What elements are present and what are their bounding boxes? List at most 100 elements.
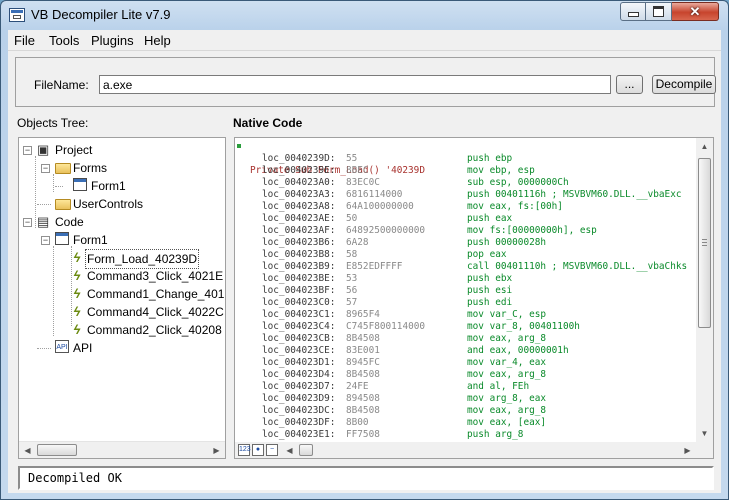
collapse-icon[interactable]: − — [23, 146, 32, 155]
tree-label: Command4_Click_4022C — [87, 305, 224, 319]
code-addr: loc_004023D9: — [262, 393, 336, 404]
menu-file[interactable]: File — [14, 33, 35, 48]
scroll-left-icon[interactable]: ◀ — [19, 442, 36, 458]
tree-label: Project — [55, 143, 93, 157]
tree-item-code[interactable]: − ▤ Code — [23, 213, 223, 231]
scroll-thumb[interactable] — [37, 444, 77, 456]
code-bytes: 6816114000 — [346, 189, 403, 200]
tree-item-project[interactable]: − ▣ Project — [23, 141, 223, 159]
scroll-thumb[interactable] — [299, 444, 313, 456]
scroll-right-icon[interactable]: ▶ — [208, 442, 225, 458]
code-addr: loc_004023B8: — [262, 249, 336, 260]
code-addr: loc_004023A3: — [262, 189, 336, 200]
code-header-line: Private Sub Form_Load() '40239D — [235, 141, 425, 176]
file-group: FileName: a.exe ... Decompile — [15, 57, 716, 107]
native-code-view[interactable]: Private Sub Form_Load() '40239D loc_0040… — [234, 137, 714, 459]
tree-item-proc[interactable]: ϟ Command2_Click_40208 — [65, 321, 225, 339]
tree-guide — [37, 348, 51, 349]
lightning-icon: ϟ — [73, 268, 81, 283]
code-bytes: 8BEC — [346, 165, 369, 176]
code-horizontal-scrollbar[interactable]: ◀ ▶ — [281, 442, 696, 458]
collapse-icon[interactable]: − — [41, 236, 50, 245]
close-icon: ✕ — [689, 3, 701, 19]
tree-label: Command1_Change_401 — [87, 287, 225, 301]
code-bytes: 64A100000000 — [346, 201, 414, 212]
tree-guide — [55, 186, 63, 187]
tree-item-proc[interactable]: ϟ Command1_Change_401 — [65, 285, 225, 303]
close-button[interactable]: ✕ — [672, 2, 719, 21]
browse-button[interactable]: ... — [616, 75, 643, 94]
code-asm: mov arg_8, eax — [467, 393, 547, 404]
menu-help[interactable]: Help — [144, 33, 171, 48]
tree-item-proc[interactable]: ϟ Form_Load_40239D — [65, 249, 225, 269]
scroll-right-icon[interactable]: ▶ — [679, 442, 696, 458]
window-title: VB Decompiler Lite v7.9 — [31, 7, 171, 22]
code-bytes: 58 — [346, 249, 358, 260]
api-icon: API — [55, 340, 69, 353]
decompile-button[interactable]: Decompile — [652, 75, 716, 94]
lightning-icon: ϟ — [73, 250, 81, 265]
grip-line — [702, 239, 707, 240]
grip-line — [702, 245, 707, 246]
tree-item-forms[interactable]: − Forms — [41, 159, 221, 177]
form-icon — [73, 178, 87, 191]
code-vertical-scrollbar[interactable]: ▲ ▼ — [696, 138, 713, 442]
lightning-icon: ϟ — [73, 322, 81, 337]
collapse-icon[interactable]: − — [23, 218, 32, 227]
code-addr: loc_0040239E: — [262, 165, 336, 176]
tree-label: Forms — [73, 161, 107, 175]
code-bytes: 56 — [346, 285, 358, 296]
tree-item-usercontrols[interactable]: UserControls — [37, 195, 221, 213]
code-asm: push esi — [467, 285, 513, 296]
scroll-left-icon[interactable]: ◀ — [281, 442, 298, 458]
code-addr: loc_004023A8: — [262, 201, 336, 212]
code-asm: mov eax, [eax] — [467, 417, 547, 428]
code-addr: loc_004023B9: — [262, 261, 336, 272]
lightning-icon: ϟ — [73, 286, 81, 301]
code-asm: mov var_C, esp — [467, 309, 547, 320]
code-bytes: 64892500000000 — [346, 225, 426, 236]
filename-input[interactable]: a.exe — [99, 75, 611, 94]
objects-tree[interactable]: − ▣ Project − Forms Form1 UserControls − — [18, 137, 226, 459]
code-asm: pop eax — [467, 249, 507, 260]
tree-item-api[interactable]: API API — [37, 339, 221, 357]
tree-item-code-form1[interactable]: − Form1 — [41, 231, 221, 249]
collapse-icon[interactable]: − — [266, 444, 278, 456]
tree-guide — [53, 246, 54, 336]
code-addr: loc_004023A0: — [262, 177, 336, 188]
scroll-thumb[interactable] — [698, 158, 711, 328]
code-asm: call 00401110h ; MSVBVM60.DLL.__vbaChks — [467, 261, 688, 272]
code-addr: loc_004023AE: — [262, 213, 336, 224]
code-bytes: 83EC0C — [346, 177, 380, 188]
menu-tools[interactable]: Tools — [49, 33, 79, 48]
code-bytes: 55 — [346, 153, 358, 164]
tree-item-form1[interactable]: Form1 — [55, 177, 219, 195]
code-asm: push edi — [467, 297, 513, 308]
code-asm: push ebp — [467, 153, 513, 164]
scroll-up-icon[interactable]: ▲ — [696, 138, 713, 155]
tree-item-proc[interactable]: ϟ Command4_Click_4022C — [65, 303, 225, 321]
code-addr: loc_004023D4: — [262, 369, 336, 380]
code-asm: mov eax, fs:[00h] — [467, 201, 563, 212]
code-bytes: FF7508 — [346, 429, 380, 440]
code-addr: loc_004023CB: — [262, 333, 336, 344]
collapse-icon[interactable]: − — [41, 164, 50, 173]
code-view-icon[interactable]: ● — [252, 444, 264, 456]
tree-horizontal-scrollbar[interactable]: ◀ ▶ — [19, 441, 225, 458]
menu-plugins[interactable]: Plugins — [91, 33, 134, 48]
minimize-button[interactable] — [620, 2, 646, 21]
hex-view-icon[interactable]: 123 — [238, 444, 251, 456]
tree-item-proc[interactable]: ϟ Command3_Click_4021E — [65, 267, 225, 285]
tree-label: UserControls — [73, 197, 144, 211]
title-bar[interactable]: VB Decompiler Lite v7.9 ✕ — [1, 1, 728, 29]
code-bytes: 8B4508 — [346, 405, 380, 416]
tree-label: API — [73, 341, 93, 355]
maximize-button[interactable] — [646, 2, 672, 21]
code-asm: mov ebp, esp — [467, 165, 535, 176]
minimize-icon — [627, 12, 639, 17]
code-addr: loc_004023D7: — [262, 381, 336, 392]
code-addr: loc_004023AF: — [262, 225, 336, 236]
code-bytes: 8965F4 — [346, 309, 380, 320]
code-listing[interactable]: Private Sub Form_Load() '40239D loc_0040… — [235, 138, 696, 442]
scroll-down-icon[interactable]: ▼ — [696, 425, 713, 442]
